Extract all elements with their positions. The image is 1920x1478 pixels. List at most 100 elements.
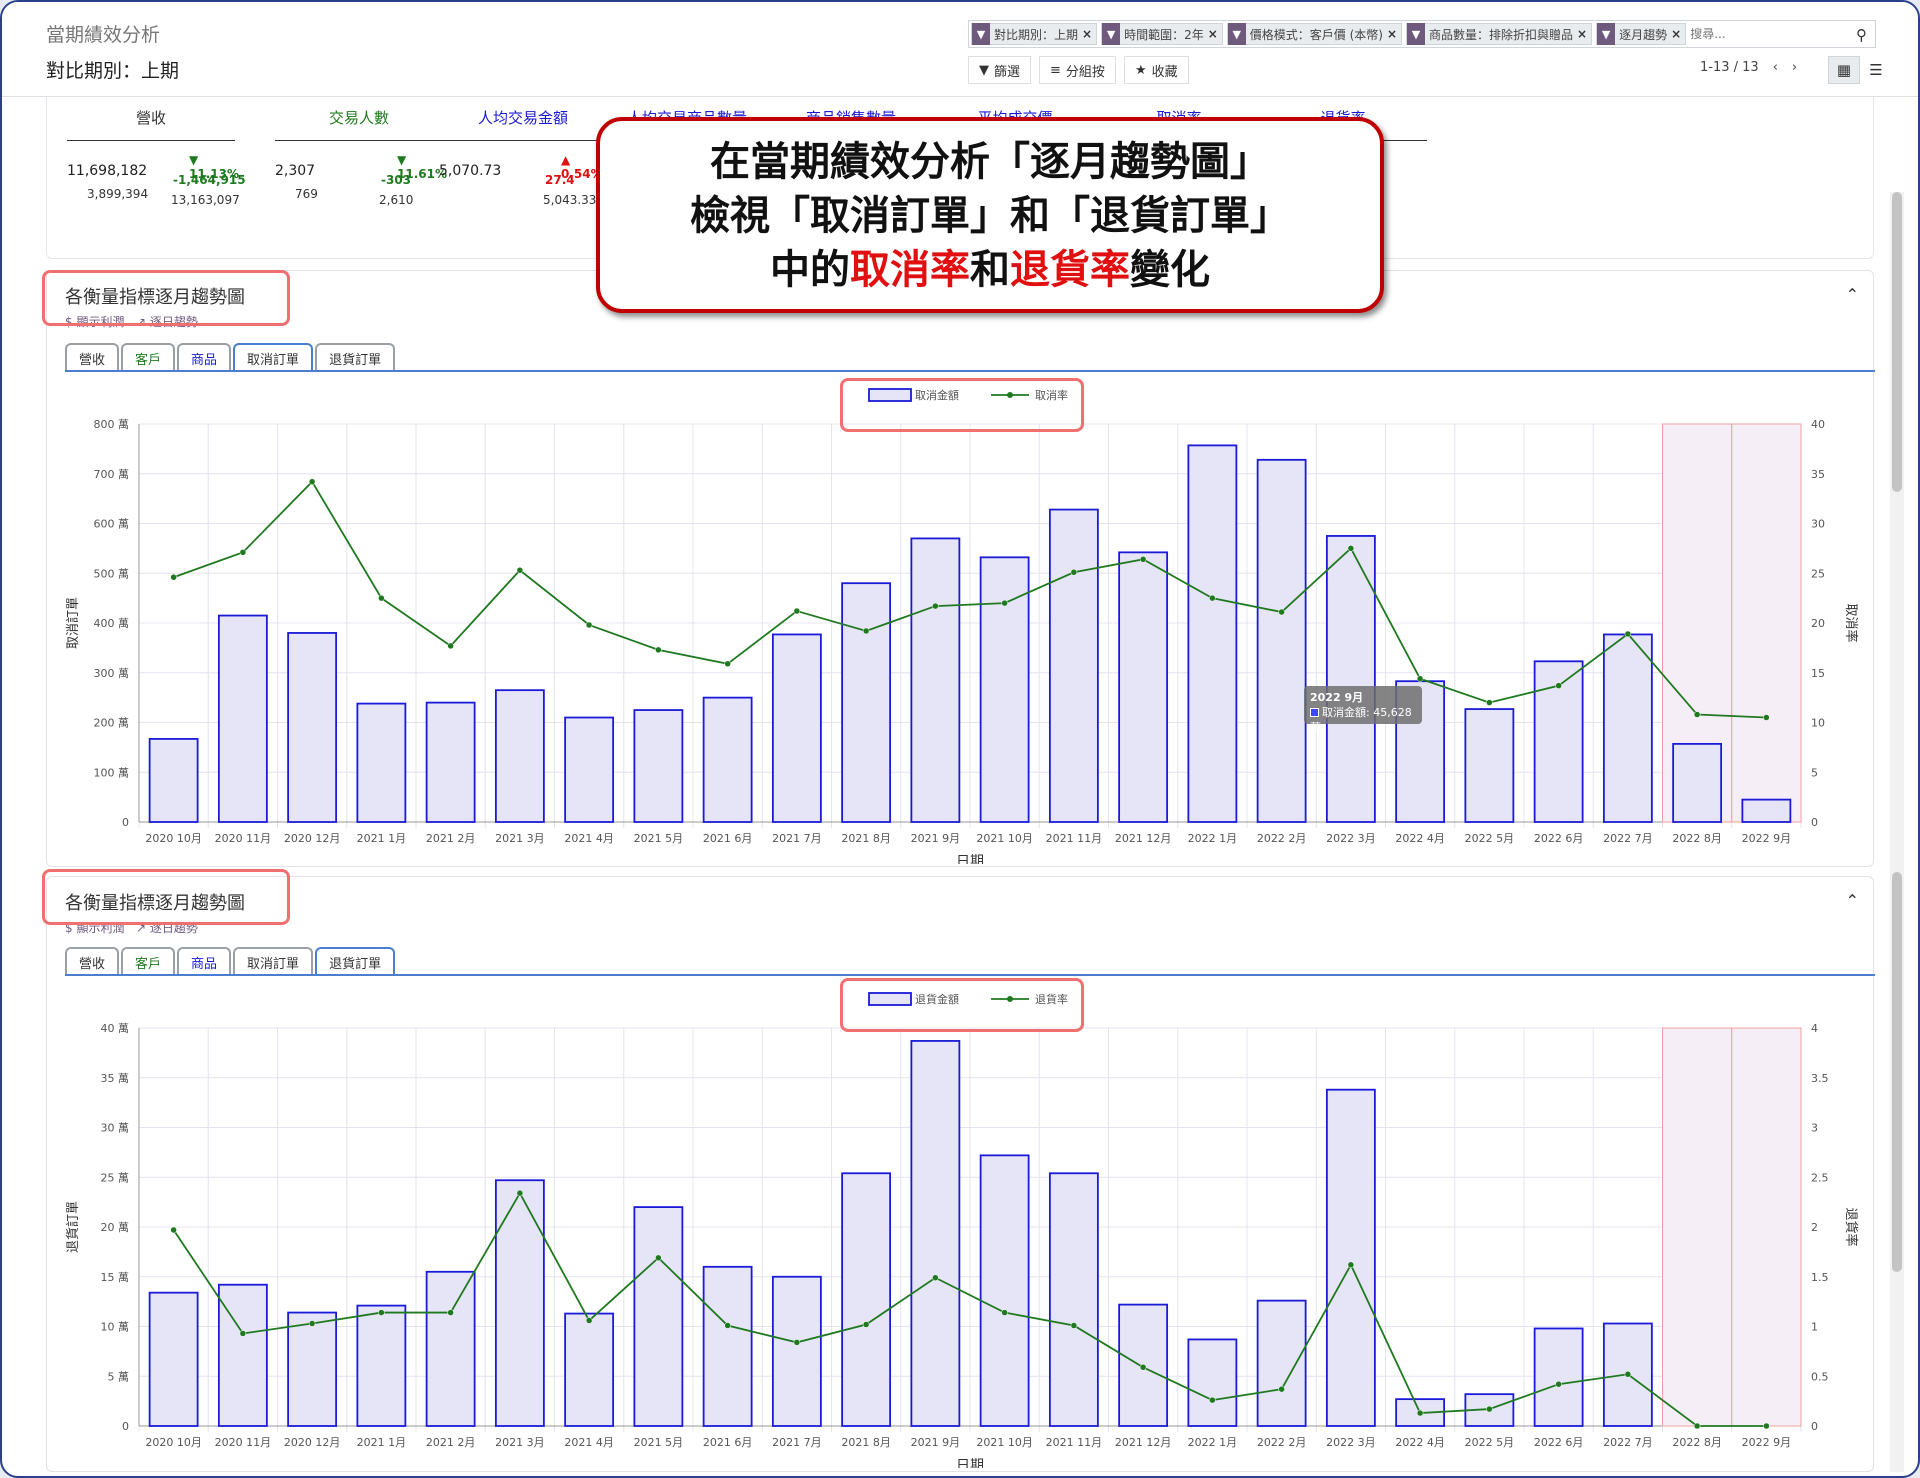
facet-quantity[interactable]: ▼ 商品數量：排除折扣與贈品 ×	[1406, 23, 1593, 45]
tab-return-orders[interactable]: 退貨訂單	[315, 343, 396, 371]
kpi-compare-value: 13,163,097	[171, 193, 240, 207]
scrollbar-thumb[interactable]	[1892, 192, 1902, 492]
rate-point	[1070, 569, 1078, 576]
bar	[771, 633, 822, 823]
kpi-change-diff: 27.4	[545, 173, 575, 187]
rate-point	[1070, 1322, 1078, 1329]
search-bar[interactable]: ▼ 對比期別：上期 × ▼ 時間範圍：2年 × ▼ 價格模式：客戶價 (本幣) × ▼ 商品數…	[968, 20, 1876, 48]
tab-divider	[65, 974, 1875, 976]
collapse-chevron-icon[interactable]: ⌃	[1846, 891, 1859, 910]
x-tick-label: 2020 10月	[145, 832, 202, 845]
bar	[1533, 1327, 1584, 1427]
pager-next-icon[interactable]: ›	[1792, 60, 1797, 75]
control-panel: 當期績效分析 對比期別：上期 ▼ 對比期別：上期 × ▼ 時間範圍：2年 × ▼ 價格模式…	[2, 2, 1918, 97]
x-tick-label: 2021 1月	[357, 1436, 407, 1449]
filter-icon: ▼	[1102, 23, 1121, 45]
kpi-label: 營收	[67, 97, 235, 141]
facet-price-mode[interactable]: ▼ 價格模式：客戶價 (本幣) ×	[1226, 23, 1403, 45]
remove-facet-icon[interactable]: ×	[1387, 27, 1397, 41]
remove-facet-icon[interactable]: ×	[1577, 27, 1587, 41]
remove-facet-icon[interactable]: ×	[1082, 27, 1092, 41]
kpi-column: 交易人數 2,307 769 ▼ 11.61% -303 2,610	[275, 97, 447, 207]
x-tick-label: 2022 3月	[1326, 1436, 1376, 1449]
rate-point	[724, 1322, 731, 1329]
bar	[1256, 458, 1307, 823]
pager: 1-13 / 13 ‹ ›	[1700, 60, 1797, 75]
x-tick-label: 2021 1月	[357, 832, 407, 845]
pager-value[interactable]: 1-13 / 13	[1700, 60, 1759, 75]
star-icon: ★	[1134, 62, 1147, 78]
bar	[287, 1311, 338, 1427]
x-tick-label: 2022 1月	[1188, 832, 1238, 845]
y-tick-label: 200 萬	[94, 717, 130, 730]
facet-compare[interactable]: ▼ 對比期別：上期 ×	[971, 23, 1098, 45]
x-tick-label: 2020 12月	[284, 1436, 341, 1449]
x-tick-label: 2022 8月	[1672, 832, 1722, 845]
favorites-button[interactable]: ★ 收藏	[1123, 56, 1189, 84]
bar	[1602, 633, 1653, 823]
tab-cancel-orders[interactable]: 取消訂單	[233, 343, 314, 371]
metric-tabs: 營收 客戶 商品 取消訂單 退貨訂單	[65, 343, 396, 371]
pager-previous-icon[interactable]: ‹	[1773, 60, 1778, 75]
tab-products[interactable]: 商品	[177, 947, 232, 975]
kpi-change-diff: -1,464,915	[173, 173, 246, 187]
remove-facet-icon[interactable]: ×	[1671, 27, 1681, 41]
search-icon[interactable]: ⚲	[1856, 26, 1867, 44]
x-tick-label: 2022 7月	[1603, 1436, 1653, 1449]
x-tick-label: 2022 9月	[1742, 832, 1792, 845]
collapse-chevron-icon[interactable]: ⌃	[1846, 285, 1859, 304]
y2-tick-label: 0.5	[1811, 1370, 1829, 1383]
x-tick-label: 2021 3月	[495, 1436, 545, 1449]
groupby-button[interactable]: ≡ 分組按	[1039, 56, 1116, 84]
tab-revenue[interactable]: 營收	[65, 947, 120, 975]
bar	[1672, 742, 1723, 823]
facet-monthly-trend[interactable]: ▼ 逐月趨勢 ×	[1596, 23, 1687, 45]
tab-return-orders[interactable]: 退貨訂單	[315, 947, 396, 975]
scrollbar[interactable]	[1890, 192, 1904, 1472]
dashboard-view-icon[interactable]: ▦	[1828, 56, 1860, 84]
bar	[425, 701, 476, 823]
filter-button[interactable]: ▼ 篩選	[968, 56, 1032, 84]
chart-tooltip: 2022 9月 取消金額: 45,628萬	[1304, 686, 1422, 734]
tab-customers[interactable]: 客戶	[121, 343, 176, 371]
scrollbar-thumb[interactable]	[1892, 872, 1902, 1272]
tab-revenue[interactable]: 營收	[65, 343, 120, 371]
bar	[771, 1275, 822, 1427]
cancel-chart: 0 100 萬 200 萬 300 萬 400 萬 500 萬 600 萬 700 萬 800 …	[65, 388, 1859, 864]
breadcrumb[interactable]: 當期績效分析	[46, 20, 160, 47]
facet-label: 逐月趨勢	[1619, 27, 1668, 42]
bar	[1118, 551, 1169, 823]
rate-point	[1209, 594, 1216, 602]
x-tick-label: 2022 5月	[1465, 832, 1515, 845]
tab-customers[interactable]: 客戶	[121, 947, 176, 975]
rate-point	[378, 1309, 385, 1316]
search-options: ▼ 篩選 ≡ 分組按 ★ 收藏	[968, 56, 1189, 84]
rate-point	[1416, 675, 1424, 682]
x-tick-label: 2020 12月	[284, 832, 341, 845]
bar	[356, 702, 407, 823]
x-tick-label: 2021 7月	[772, 832, 822, 845]
search-input[interactable]	[1690, 27, 1821, 41]
rate-point	[1486, 699, 1493, 706]
kpi-compare-value: 2,610	[379, 193, 414, 207]
y2-tick-label: 40	[1811, 418, 1825, 431]
rate-point	[1347, 545, 1355, 552]
rate-point	[1139, 1364, 1147, 1371]
rate-point	[1001, 1309, 1008, 1316]
bar	[702, 1265, 753, 1427]
tab-cancel-orders[interactable]: 取消訂單	[233, 947, 314, 975]
annotation-box-title-1	[42, 270, 290, 326]
tab-products[interactable]: 商品	[177, 343, 232, 371]
list-view-icon[interactable]: ☰	[1860, 56, 1892, 84]
filter-icon: ▼	[979, 62, 989, 78]
bar	[979, 1154, 1030, 1427]
remove-facet-icon[interactable]: ×	[1208, 27, 1218, 41]
facet-timerange[interactable]: ▼ 時間範圍：2年 ×	[1101, 23, 1223, 45]
y-tick-label: 35 萬	[101, 1072, 130, 1085]
callout-text: 中的	[770, 247, 850, 293]
filter-icon: ▼	[1597, 23, 1616, 45]
x-tick-label: 2021 10月	[976, 832, 1033, 845]
y2-tick-label: 4	[1811, 1022, 1818, 1035]
rate-point	[1555, 682, 1562, 689]
bar	[841, 1172, 892, 1427]
